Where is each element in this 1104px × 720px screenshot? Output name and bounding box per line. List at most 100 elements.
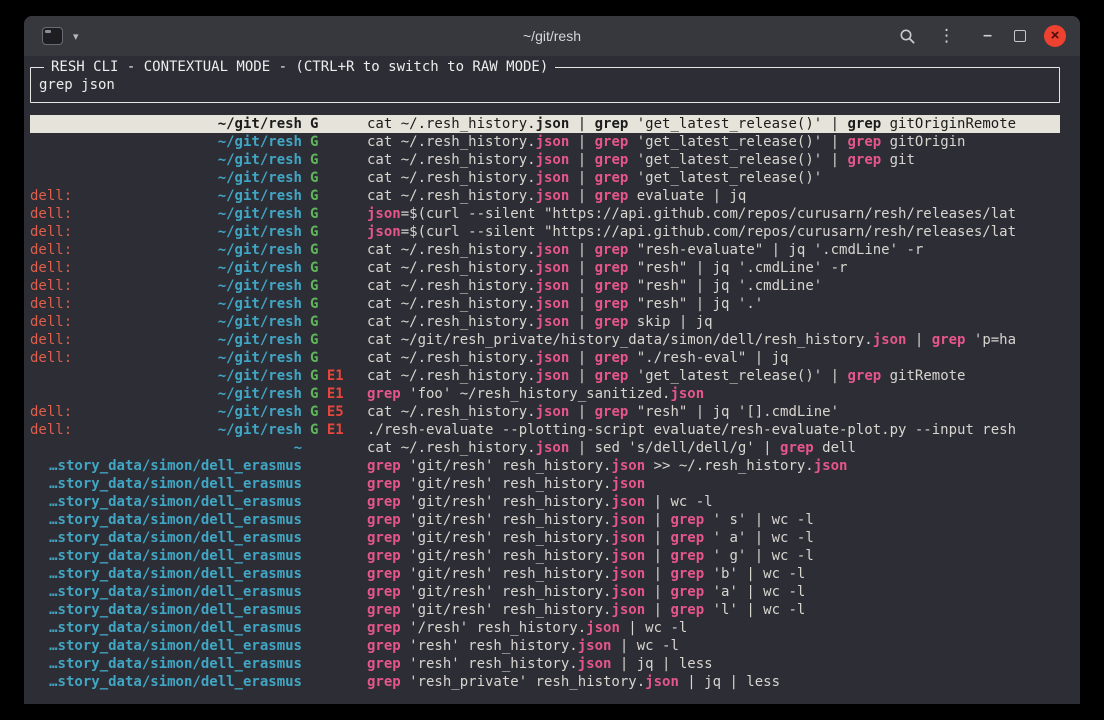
history-row[interactable]: dell: ~/git/resh G cat ~/.resh_history.j… [30,241,1060,259]
history-row[interactable]: …story_data/simon/dell_erasmus grep 'res… [30,655,1060,673]
command-fragment: "resh-evaluate" | jq '.cmdLine' -r [628,242,923,258]
history-row[interactable]: …story_data/simon/dell_erasmus grep 'git… [30,583,1060,601]
command-text: grep 'git/resh' resh_history.json | wc -… [360,493,1060,511]
history-row[interactable]: dell: ~/git/resh G cat ~/.resh_history.j… [30,313,1060,331]
flags [302,637,360,655]
history-row[interactable]: dell: ~/git/resh G cat ~/.resh_history.j… [30,349,1060,367]
history-row[interactable]: ~ cat ~/.resh_history.json | sed 's/dell… [30,439,1060,457]
restore-icon [1014,30,1026,42]
command-fragment: cat ~/.resh_history. [367,134,536,150]
history-row[interactable]: …story_data/simon/dell_erasmus grep 'res… [30,637,1060,655]
history-row[interactable]: ~/git/resh G E1 grep 'foo' ~/resh_histor… [30,385,1060,403]
restore-button[interactable] [1010,28,1030,44]
context-cell: …story_data/simon/dell_erasmus [30,601,302,619]
command-text: cat ~/.resh_history.json | grep 'get_lat… [360,169,1060,187]
history-row[interactable]: …story_data/simon/dell_erasmus grep 'git… [30,493,1060,511]
history-row[interactable]: dell: ~/git/resh G cat ~/.resh_history.j… [30,295,1060,313]
command-fragment: 'a' | wc -l [704,584,805,600]
match-highlight: grep [367,548,401,564]
history-row[interactable]: dell: ~/git/resh G cat ~/git/resh_privat… [30,331,1060,349]
history-row[interactable]: ~/git/resh G cat ~/.resh_history.json | … [30,133,1060,151]
history-row[interactable]: …story_data/simon/dell_erasmus grep 'res… [30,673,1060,691]
command-text: cat ~/.resh_history.json | grep "resh" |… [360,277,1060,295]
command-fragment: cat ~/.resh_history. [367,350,536,366]
history-row[interactable]: dell: ~/git/resh G cat ~/.resh_history.j… [30,277,1060,295]
context-cell: dell: ~/git/resh [30,277,302,295]
command-fragment: ' a' | wc -l [704,530,814,546]
match-highlight: grep [367,674,401,690]
flags: G [302,133,360,151]
history-row[interactable]: …story_data/simon/dell_erasmus grep 'git… [30,529,1060,547]
flags: G E1 [302,421,360,439]
titlebar: ▾ ~/git/resh ⋮ – × [24,16,1080,56]
match-highlight: json [536,368,570,384]
command-fragment: 'resh' resh_history. [401,638,578,654]
history-row[interactable]: dell: ~/git/resh G E5 cat ~/.resh_histor… [30,403,1060,421]
match-highlight: grep [847,368,881,384]
match-highlight: grep [367,566,401,582]
flags: G [302,349,360,367]
flags: G [302,277,360,295]
history-row[interactable]: …story_data/simon/dell_erasmus grep 'git… [30,601,1060,619]
directory-label: ~/git/resh [30,151,302,169]
match-highlight: json [578,656,612,672]
command-fragment: | [569,278,594,294]
flags: G [302,331,360,349]
history-row[interactable]: ~/git/resh G cat ~/.resh_history.json | … [30,169,1060,187]
flag-git: G [310,134,318,150]
command-fragment: 'get_latest_release()' | [628,152,847,168]
history-row[interactable]: …story_data/simon/dell_erasmus grep 'git… [30,475,1060,493]
menu-button[interactable]: ⋮ [934,26,959,47]
command-fragment: | [569,116,594,132]
host-label: dell: [30,223,72,241]
new-tab-button[interactable] [38,25,67,47]
command-text: cat ~/git/resh_private/history_data/simo… [360,331,1060,349]
history-row[interactable]: …story_data/simon/dell_erasmus grep 'git… [30,565,1060,583]
minimize-button[interactable]: – [979,26,996,46]
resh-header-box: RESH CLI - CONTEXTUAL MODE - (CTRL+R to … [30,67,1060,103]
history-row[interactable]: …story_data/simon/dell_erasmus grep 'git… [30,547,1060,565]
match-highlight: grep [670,512,704,528]
match-highlight: json [586,620,620,636]
command-fragment: 'git/resh' resh_history. [401,458,612,474]
host-label: dell: [30,187,72,205]
search-button[interactable] [895,26,920,47]
directory-label: …story_data/simon/dell_erasmus [30,493,302,511]
history-list: ~/git/resh G cat ~/.resh_history.json | … [30,115,1060,691]
history-row[interactable]: ~/git/resh G cat ~/.resh_history.json | … [30,151,1060,169]
match-highlight: grep [932,332,966,348]
match-highlight: json [536,152,570,168]
command-fragment: | wc -l [645,494,712,510]
history-row[interactable]: …story_data/simon/dell_erasmus grep 'git… [30,511,1060,529]
history-row[interactable]: dell: ~/git/resh G json=$(curl --silent … [30,223,1060,241]
command-fragment: cat ~/.resh_history. [367,314,536,330]
command-fragment: "./resh-eval" | jq [628,350,788,366]
match-highlight: json [814,458,848,474]
history-row[interactable]: …story_data/simon/dell_erasmus grep '/re… [30,619,1060,637]
match-highlight: grep [780,440,814,456]
history-row[interactable]: ~/git/resh G cat ~/.resh_history.json | … [30,115,1060,133]
flag-exit-code: E1 [318,368,343,384]
command-fragment: git [881,152,915,168]
history-row[interactable]: ~/git/resh G E1 cat ~/.resh_history.json… [30,367,1060,385]
context-cell: dell: ~/git/resh [30,295,302,313]
history-row[interactable]: dell: ~/git/resh G json=$(curl --silent … [30,205,1060,223]
match-highlight: json [611,566,645,582]
tab-menu-button[interactable]: ▾ [69,28,83,45]
flags [302,619,360,637]
host-label: dell: [30,259,72,277]
command-text: cat ~/.resh_history.json | grep 'get_lat… [360,133,1060,151]
command-fragment: 'git/resh' resh_history. [401,548,612,564]
command-fragment: 'git/resh' resh_history. [401,584,612,600]
history-row[interactable]: dell: ~/git/resh G cat ~/.resh_history.j… [30,187,1060,205]
close-button[interactable]: × [1044,25,1066,47]
match-highlight: json [611,458,645,474]
history-row[interactable]: dell: ~/git/resh G cat ~/.resh_history.j… [30,259,1060,277]
command-fragment: | [569,350,594,366]
history-row[interactable]: …story_data/simon/dell_erasmus grep 'git… [30,457,1060,475]
terminal-window: ▾ ~/git/resh ⋮ – × [24,16,1080,704]
command-fragment: 'git/resh' resh_history. [401,602,612,618]
history-row[interactable]: dell: ~/git/resh G E1 ./resh-evaluate --… [30,421,1060,439]
command-fragment: 'git/resh' resh_history. [401,530,612,546]
command-text: cat ~/.resh_history.json | sed 's/dell/d… [360,439,1060,457]
